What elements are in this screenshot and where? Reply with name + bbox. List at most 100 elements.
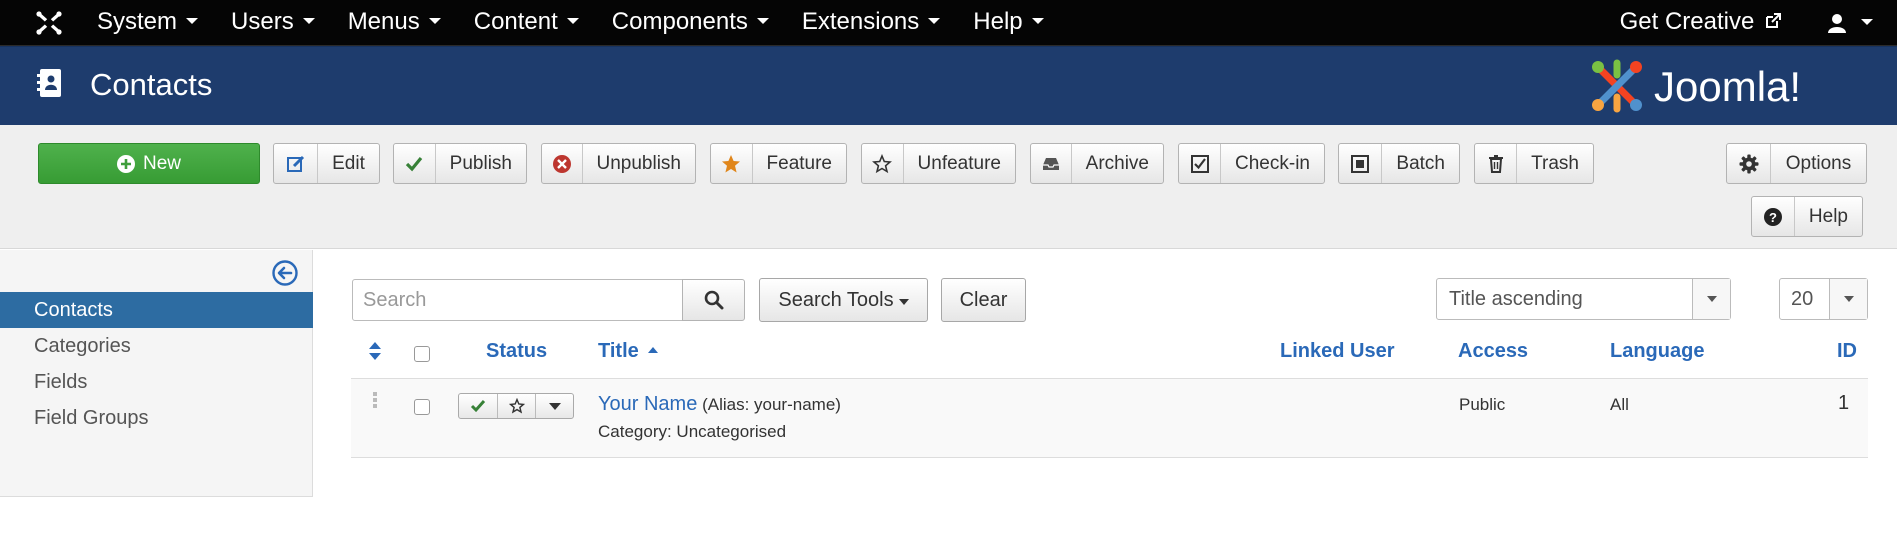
- caret-down-icon: [566, 18, 579, 25]
- external-link-icon: [1766, 12, 1781, 28]
- menu-users[interactable]: Users: [214, 0, 331, 46]
- menu-components-label: Components: [611, 8, 748, 35]
- joomla-menu-icon[interactable]: [34, 9, 64, 37]
- plus-circle-icon: [116, 154, 135, 173]
- main-menu: System Users Menus Content Components Ex…: [80, 0, 1060, 46]
- table-row: [351, 379, 1868, 458]
- batch-button-label: Batch: [1396, 152, 1445, 174]
- row-checkbox[interactable]: [414, 399, 430, 415]
- new-button-label: New: [142, 152, 181, 174]
- star-filled-icon: [711, 144, 753, 183]
- svg-text:?: ?: [1769, 210, 1777, 225]
- sidebar-item-fields[interactable]: Fields: [0, 364, 313, 400]
- column-header-title-label: Title: [598, 340, 639, 362]
- caret-down-icon: [1861, 18, 1873, 25]
- checkin-button-label: Check-in: [1235, 152, 1310, 174]
- feature-button[interactable]: Feature: [710, 143, 847, 184]
- archive-button-label: Archive: [1085, 152, 1149, 174]
- menu-components[interactable]: Components: [595, 0, 785, 46]
- column-header-access[interactable]: Access: [1458, 340, 1528, 363]
- options-button[interactable]: Options: [1726, 143, 1867, 184]
- help-button[interactable]: ? Help: [1751, 196, 1863, 237]
- menu-content-label: Content: [473, 8, 558, 35]
- search-tools-button[interactable]: Search Tools: [759, 278, 928, 322]
- menu-help-label: Help: [973, 8, 1023, 35]
- new-button[interactable]: New: [38, 143, 260, 184]
- top-navbar: System Users Menus Content Components Ex…: [0, 0, 1897, 46]
- column-header-status[interactable]: Status: [486, 340, 547, 363]
- chevron-down-icon: [1829, 279, 1867, 319]
- menu-content[interactable]: Content: [457, 0, 595, 46]
- trash-button[interactable]: Trash: [1474, 143, 1594, 184]
- toolbar: New Edit Publish Unpublish Feature Unfea…: [0, 125, 1897, 249]
- archive-icon: [1031, 144, 1072, 183]
- menu-extensions[interactable]: Extensions: [785, 0, 956, 46]
- unpublish-button[interactable]: Unpublish: [541, 143, 696, 184]
- menu-menus-label: Menus: [347, 8, 420, 35]
- star-outline-icon: [508, 398, 525, 414]
- options-button-label: Options: [1785, 152, 1852, 174]
- menu-system-label: System: [97, 8, 178, 35]
- address-book-icon: [37, 69, 61, 97]
- caret-down-icon: [548, 402, 561, 410]
- edit-button-label: Edit: [332, 152, 365, 174]
- batch-icon: [1339, 144, 1383, 183]
- row-title: Your Name (Alias: your-name): [598, 393, 841, 416]
- star-outline-icon: [862, 144, 904, 183]
- edit-icon: [274, 144, 318, 183]
- menu-users-label: Users: [231, 8, 294, 35]
- nav-right: Get Creative: [1620, 0, 1897, 46]
- row-title-link[interactable]: Your Name: [598, 393, 697, 415]
- featured-toggle[interactable]: [497, 394, 535, 418]
- sort-ordering-icon[interactable]: [368, 341, 382, 361]
- sidebar-item-field-groups[interactable]: Field Groups: [0, 400, 313, 436]
- checkin-button[interactable]: Check-in: [1178, 143, 1325, 184]
- unpublish-icon: [542, 144, 583, 183]
- published-toggle[interactable]: [459, 394, 497, 418]
- unfeature-button[interactable]: Unfeature: [861, 143, 1016, 184]
- search-input[interactable]: [352, 279, 683, 321]
- publish-button[interactable]: Publish: [393, 143, 527, 184]
- user-menu[interactable]: [1821, 0, 1897, 46]
- menu-menus[interactable]: Menus: [331, 0, 457, 46]
- row-category: Category: Uncategorised: [598, 422, 787, 441]
- column-header-id[interactable]: ID: [1837, 340, 1857, 363]
- checkbox-icon: [1179, 144, 1222, 183]
- collapse-sidebar-icon[interactable]: [272, 260, 298, 286]
- menu-extensions-label: Extensions: [801, 8, 920, 35]
- caret-down-icon: [898, 298, 909, 305]
- column-header-language[interactable]: Language: [1610, 340, 1704, 363]
- drag-handle-icon[interactable]: [373, 392, 377, 410]
- get-creative-link[interactable]: Get Creative: [1620, 0, 1821, 46]
- ordering-select[interactable]: Title ascending: [1436, 278, 1731, 320]
- status-button-group: [458, 393, 574, 419]
- trash-icon: [1475, 144, 1518, 183]
- limit-select[interactable]: 20: [1779, 278, 1868, 320]
- row-alias: (Alias: your-name): [702, 395, 841, 414]
- unfeature-button-label: Unfeature: [917, 152, 1001, 174]
- row-access: Public: [1459, 395, 1506, 414]
- clear-button[interactable]: Clear: [941, 278, 1026, 322]
- actions-dropdown[interactable]: [535, 394, 573, 418]
- menu-help[interactable]: Help: [956, 0, 1059, 46]
- joomla-wordmark: Joomla!: [1654, 63, 1801, 110]
- search-button[interactable]: [682, 279, 745, 321]
- batch-button[interactable]: Batch: [1338, 143, 1460, 184]
- caret-down-icon: [302, 18, 315, 25]
- sidebar-item-categories[interactable]: Categories: [0, 328, 313, 364]
- select-all-checkbox[interactable]: [414, 346, 430, 362]
- archive-button[interactable]: Archive: [1030, 143, 1164, 184]
- publish-button-label: Publish: [449, 152, 512, 174]
- caret-down-icon: [186, 18, 199, 25]
- row-id: 1: [1838, 392, 1850, 414]
- unpublish-button-label: Unpublish: [596, 152, 682, 174]
- column-header-linked-user[interactable]: Linked User: [1280, 340, 1394, 363]
- page-header: Contacts Joomla!: [0, 46, 1897, 125]
- column-header-title[interactable]: Title: [598, 340, 659, 363]
- caret-down-icon: [1031, 18, 1044, 25]
- sidebar-item-contacts[interactable]: Contacts: [0, 292, 313, 328]
- edit-button[interactable]: Edit: [273, 143, 380, 184]
- menu-system[interactable]: System: [80, 0, 214, 46]
- row-language: All: [1610, 395, 1629, 414]
- feature-button-label: Feature: [766, 152, 832, 174]
